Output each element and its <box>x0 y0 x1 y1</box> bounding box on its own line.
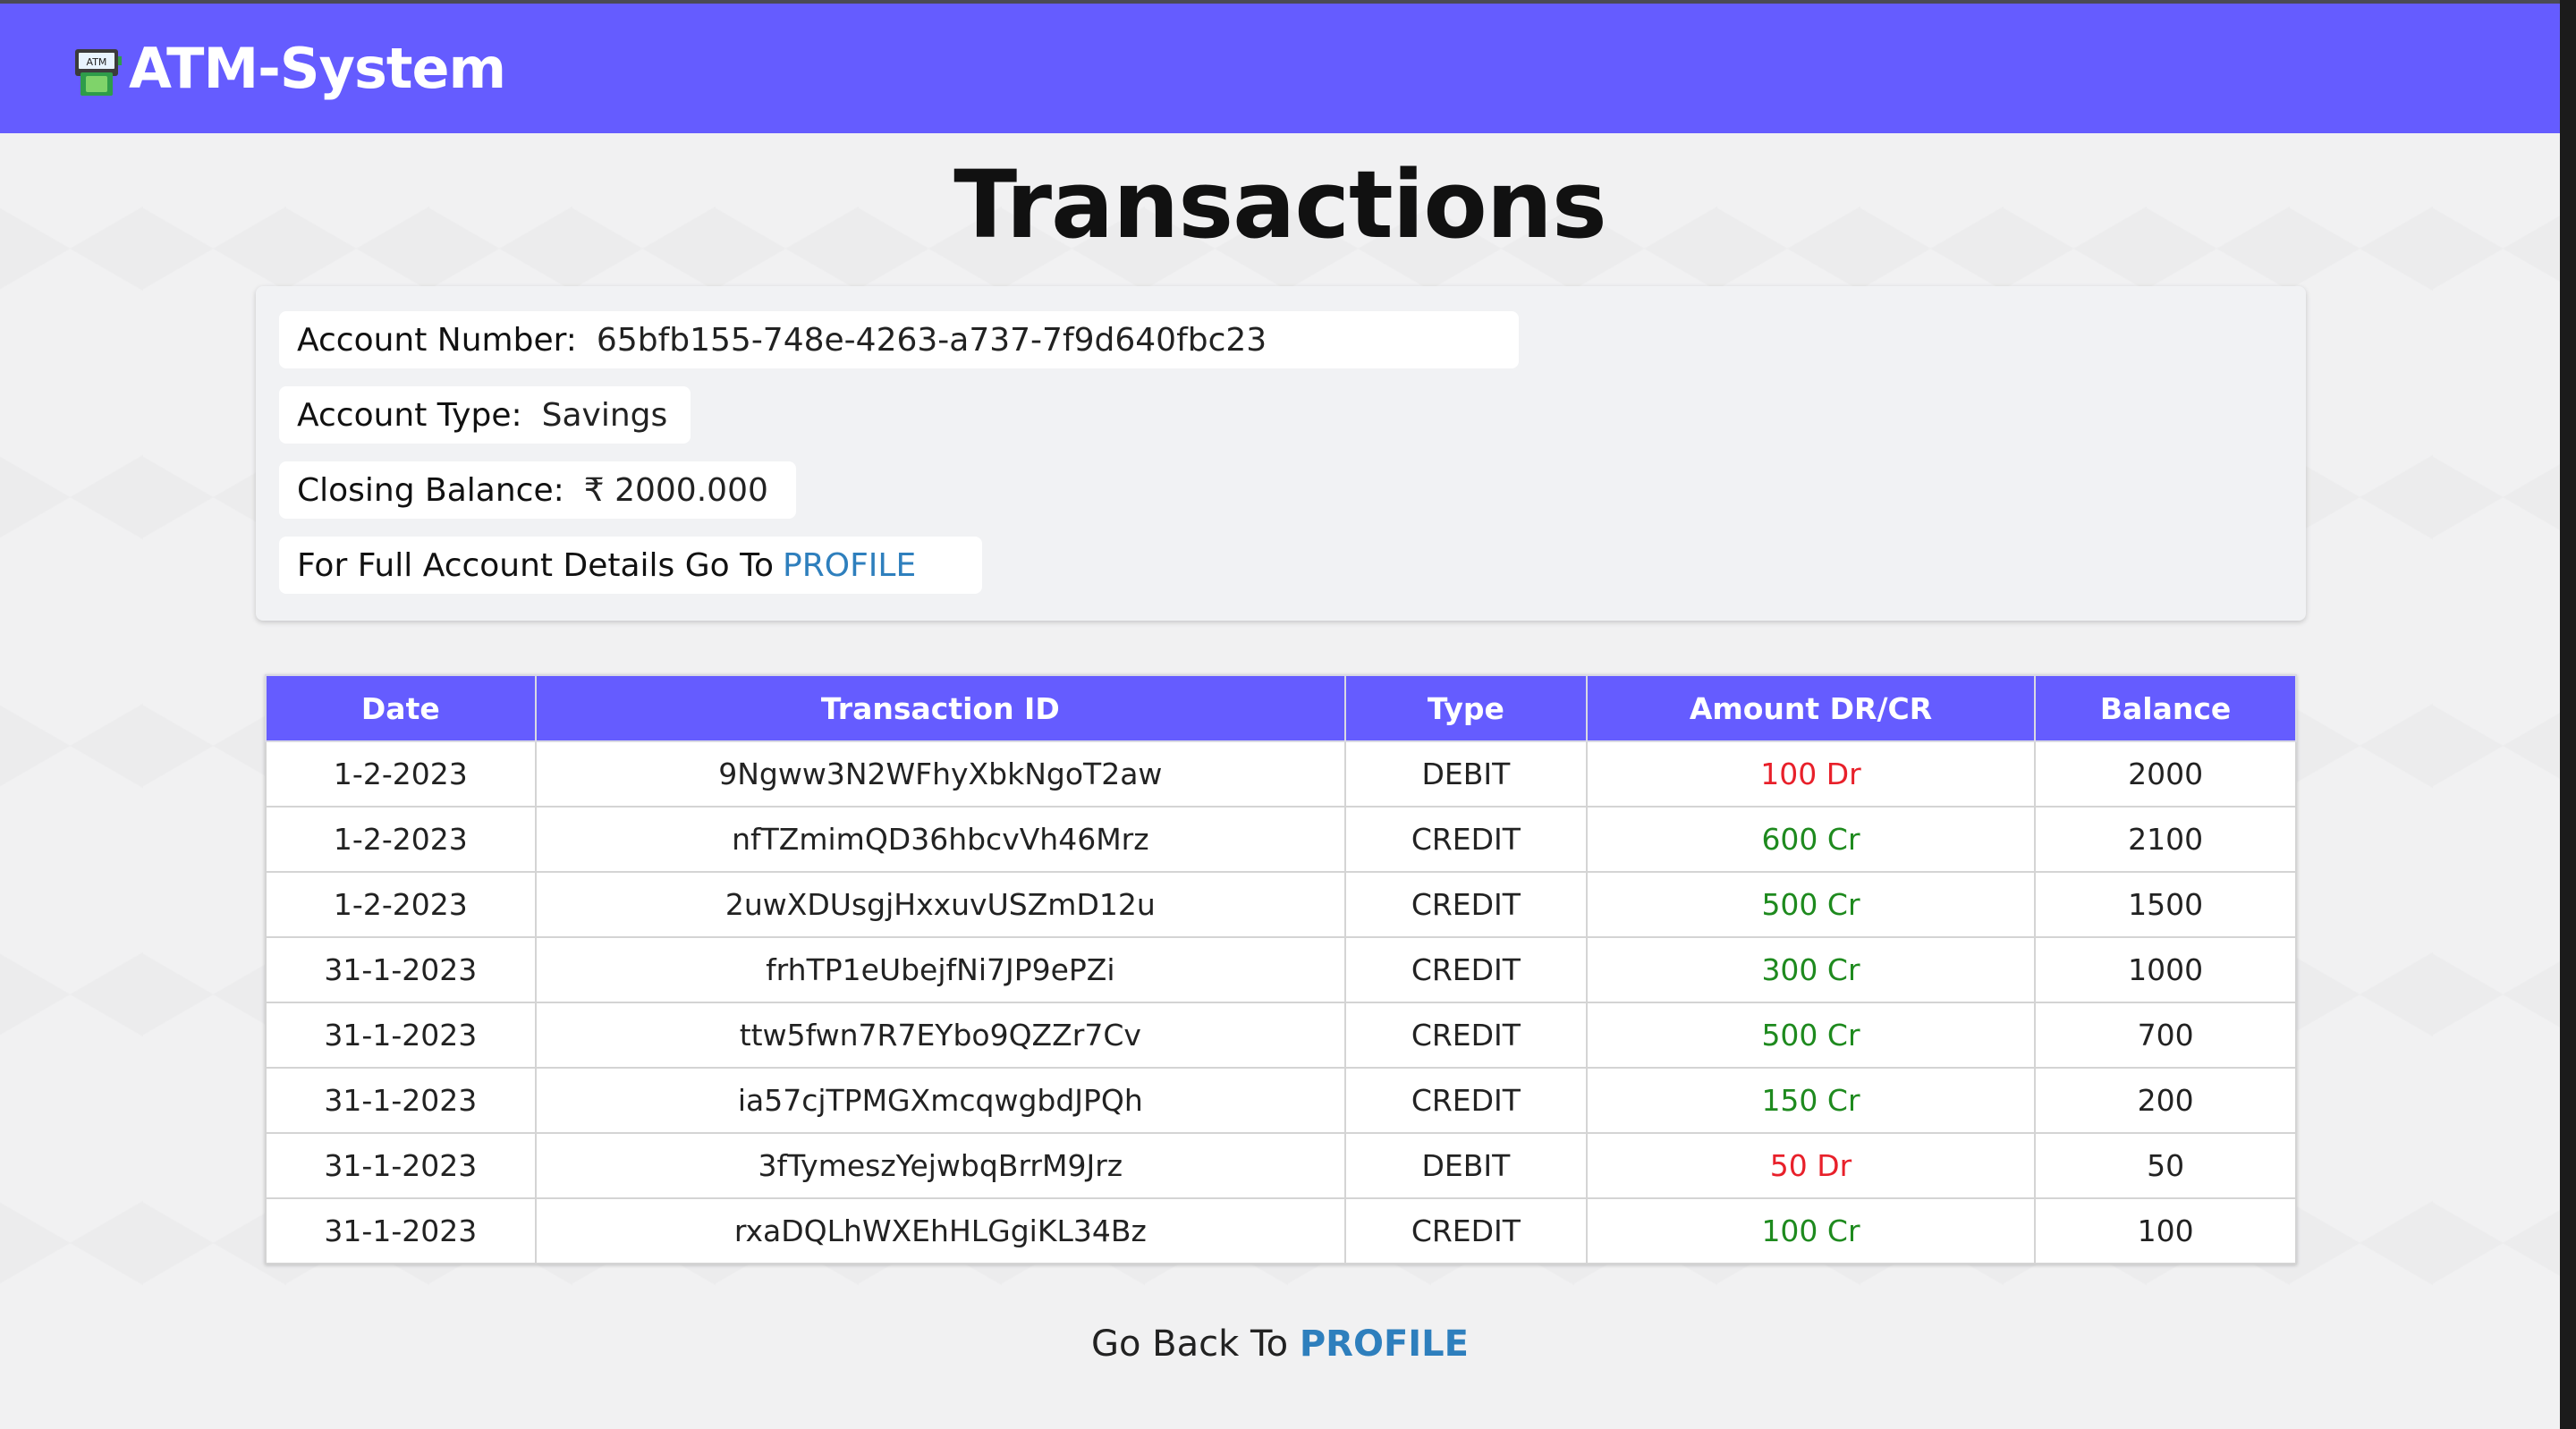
closing-balance-pill: Closing Balance: ₹ 2000.000 <box>279 461 796 519</box>
table-row: 31-1-2023 ttw5fwn7R7EYbo9QZZr7Cv CREDIT … <box>265 1002 2297 1069</box>
table-row: 31-1-2023 3fTymeszYejwbqBrrM9Jrz DEBIT 5… <box>265 1132 2297 1199</box>
table-row: 1-2-2023 9Ngww3N2WFhyXbkNgoT2aw DEBIT 10… <box>265 740 2297 808</box>
cell-transaction-id: 2uwXDUsgjHxxuvUSZmD12u <box>534 871 1347 938</box>
table-row: 31-1-2023 rxaDQLhWXEhHLGgiKL34Bz CREDIT … <box>265 1197 2297 1264</box>
cell-date: 1-2-2023 <box>265 871 537 938</box>
cell-transaction-id: ttw5fwn7R7EYbo9QZZr7Cv <box>534 1002 1347 1069</box>
cell-balance: 700 <box>2034 1002 2297 1069</box>
navbar: ATM ATM-System <box>0 4 2560 133</box>
cell-type: CREDIT <box>1344 871 1588 938</box>
cell-amount: 100 Dr <box>1585 740 2037 808</box>
header-balance: Balance <box>2034 674 2297 742</box>
atm-icon: ATM <box>75 48 122 96</box>
footer-text: Go Back To <box>1091 1323 1300 1365</box>
cell-transaction-id: nfTZmimQD36hbcvVh46Mrz <box>534 806 1347 873</box>
footer: Go Back To PROFILE <box>0 1323 2560 1365</box>
cell-balance: 100 <box>2034 1197 2297 1264</box>
header-type: Type <box>1344 674 1588 742</box>
cell-date: 31-1-2023 <box>265 1132 537 1199</box>
account-number-pill: Account Number: 65bfb155-748e-4263-a737-… <box>279 311 1519 368</box>
cell-type: DEBIT <box>1344 740 1588 808</box>
cell-amount: 100 Cr <box>1585 1197 2037 1264</box>
account-number-label: Account Number: <box>297 321 577 359</box>
table-header-row: Date Transaction ID Type Amount DR/CR Ba… <box>265 674 2297 742</box>
table-row: 31-1-2023 ia57cjTPMGXmcqwgbdJPQh CREDIT … <box>265 1067 2297 1134</box>
table-row: 1-2-2023 2uwXDUsgjHxxuvUSZmD12u CREDIT 5… <box>265 871 2297 938</box>
cell-amount: 500 Cr <box>1585 1002 2037 1069</box>
table-row: 31-1-2023 frhTP1eUbejfNi7JP9ePZi CREDIT … <box>265 936 2297 1003</box>
cell-date: 1-2-2023 <box>265 740 537 808</box>
cell-amount: 500 Cr <box>1585 871 2037 938</box>
account-number-value: 65bfb155-748e-4263-a737-7f9d640fbc23 <box>596 321 1267 359</box>
cell-transaction-id: 3fTymeszYejwbqBrrM9Jrz <box>534 1132 1347 1199</box>
transactions-table: Date Transaction ID Type Amount DR/CR Ba… <box>265 674 2297 1264</box>
cell-balance: 50 <box>2034 1132 2297 1199</box>
header-transaction-id: Transaction ID <box>534 674 1347 742</box>
header-amount: Amount DR/CR <box>1585 674 2037 742</box>
cell-date: 31-1-2023 <box>265 936 537 1003</box>
page: ATM ATM-System Transactions Account Numb… <box>0 0 2560 1429</box>
profile-details-text: For Full Account Details Go To <box>297 546 775 584</box>
cell-amount: 300 Cr <box>1585 936 2037 1003</box>
cell-amount: 600 Cr <box>1585 806 2037 873</box>
account-type-label: Account Type: <box>297 396 522 434</box>
header-date: Date <box>265 674 537 742</box>
profile-link[interactable]: PROFILE <box>783 547 916 584</box>
cell-amount: 50 Dr <box>1585 1132 2037 1199</box>
cell-amount: 150 Cr <box>1585 1067 2037 1134</box>
brand-title: ATM-System <box>129 36 506 101</box>
cell-balance: 1500 <box>2034 871 2297 938</box>
table-row: 1-2-2023 nfTZmimQD36hbcvVh46Mrz CREDIT 6… <box>265 806 2297 873</box>
cell-transaction-id: ia57cjTPMGXmcqwgbdJPQh <box>534 1067 1347 1134</box>
cell-transaction-id: rxaDQLhWXEhHLGgiKL34Bz <box>534 1197 1347 1264</box>
cell-transaction-id: frhTP1eUbejfNi7JP9ePZi <box>534 936 1347 1003</box>
brand[interactable]: ATM ATM-System <box>72 36 506 101</box>
cell-type: CREDIT <box>1344 1067 1588 1134</box>
cell-type: CREDIT <box>1344 1197 1588 1264</box>
cell-date: 1-2-2023 <box>265 806 537 873</box>
cell-balance: 200 <box>2034 1067 2297 1134</box>
cell-type: CREDIT <box>1344 1002 1588 1069</box>
page-title: Transactions <box>953 150 1607 259</box>
footer-profile-link[interactable]: PROFILE <box>1300 1323 1469 1365</box>
cell-date: 31-1-2023 <box>265 1197 537 1264</box>
account-type-value: Savings <box>541 396 668 434</box>
account-info-card: Account Number: 65bfb155-748e-4263-a737-… <box>256 286 2306 621</box>
cell-transaction-id: 9Ngww3N2WFhyXbkNgoT2aw <box>534 740 1347 808</box>
table-body: 1-2-2023 9Ngww3N2WFhyXbkNgoT2aw DEBIT 10… <box>265 740 2297 1264</box>
cell-balance: 2000 <box>2034 740 2297 808</box>
cell-balance: 2100 <box>2034 806 2297 873</box>
profile-details-pill: For Full Account Details Go To PROFILE <box>279 537 982 594</box>
cell-type: DEBIT <box>1344 1132 1588 1199</box>
scrollbar[interactable] <box>2560 0 2576 1429</box>
account-type-pill: Account Type: Savings <box>279 386 691 444</box>
cell-type: CREDIT <box>1344 806 1588 873</box>
closing-balance-value: ₹ 2000.000 <box>583 471 768 509</box>
cell-type: CREDIT <box>1344 936 1588 1003</box>
cell-date: 31-1-2023 <box>265 1002 537 1069</box>
closing-balance-label: Closing Balance: <box>297 471 564 509</box>
cell-date: 31-1-2023 <box>265 1067 537 1134</box>
svg-text:ATM: ATM <box>87 56 107 68</box>
cell-balance: 1000 <box>2034 936 2297 1003</box>
